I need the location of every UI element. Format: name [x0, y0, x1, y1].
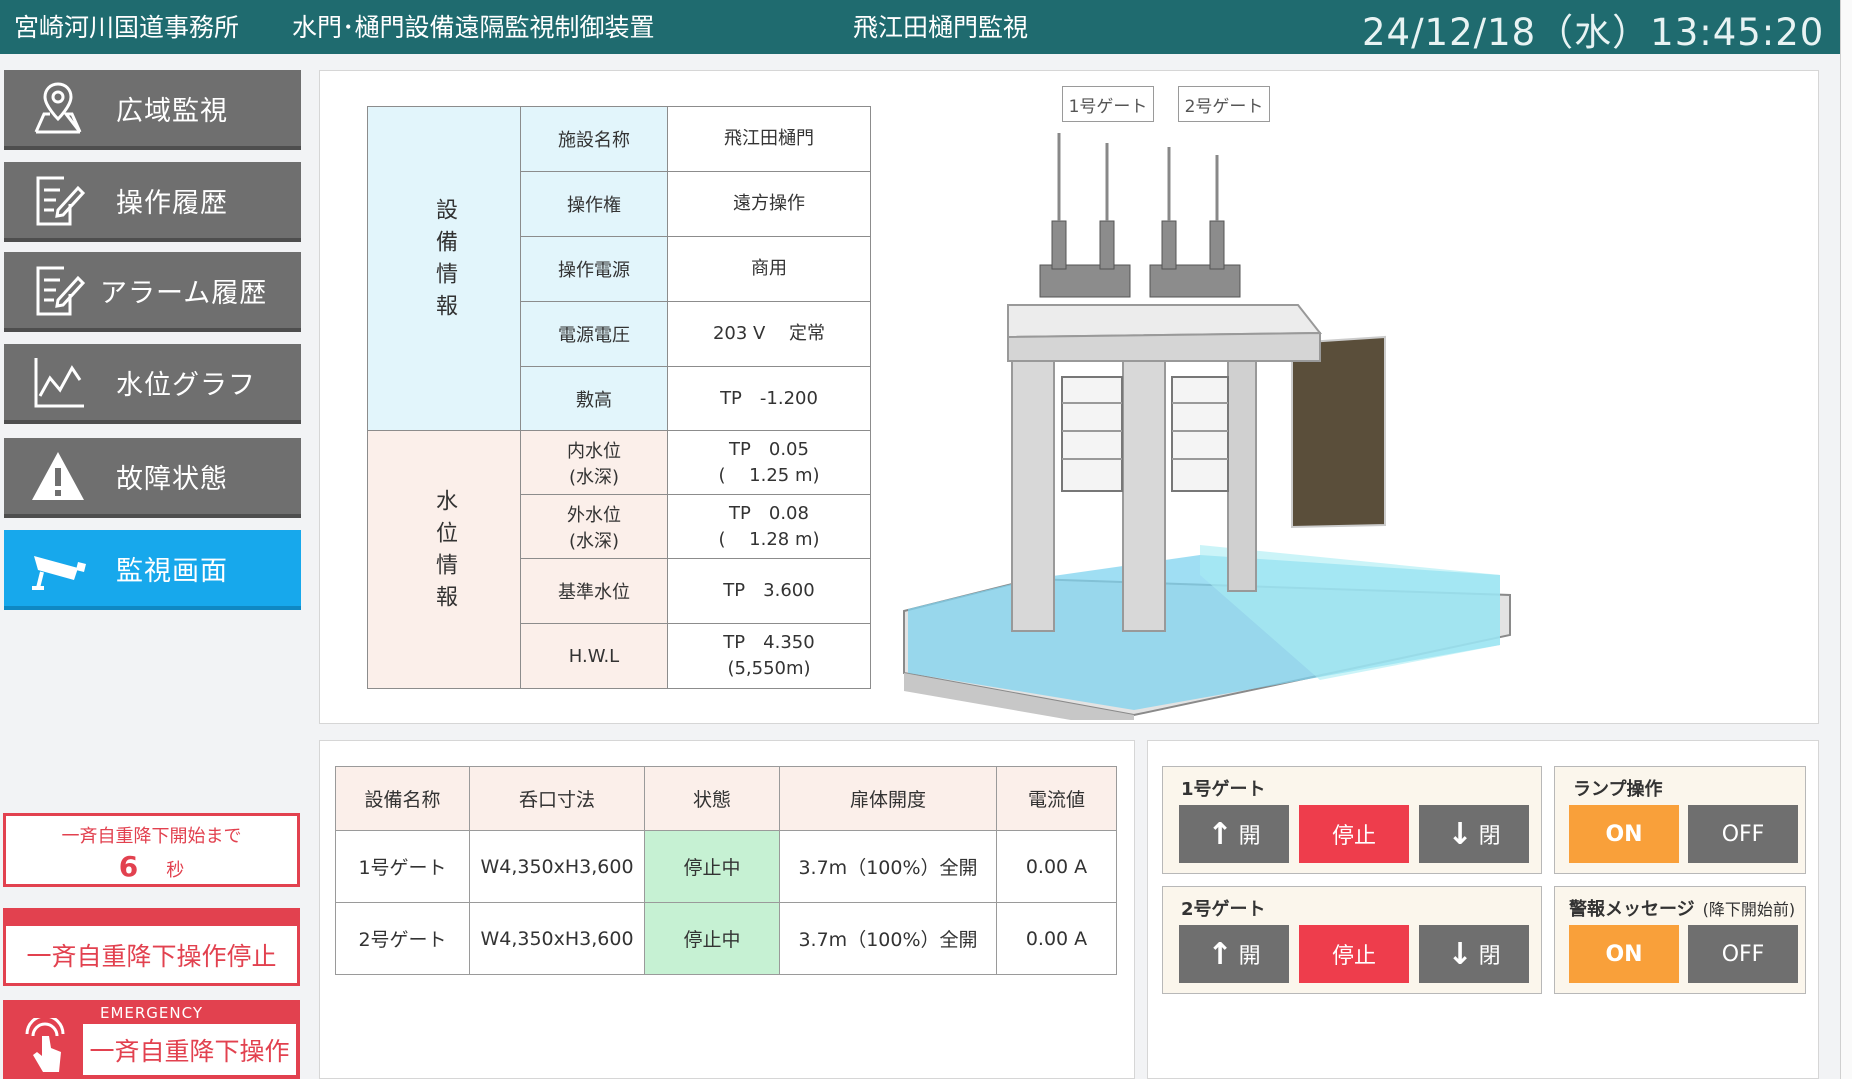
info-key: 操作電源	[520, 236, 668, 302]
gate-2-tag: 2号ゲート	[1178, 86, 1270, 122]
column-header: 呑口寸法	[469, 766, 645, 831]
map-pin-icon	[26, 76, 90, 140]
table-cell: 3.7m（100%）全開	[779, 902, 997, 975]
info-value: 遠方操作	[667, 171, 871, 237]
gate-1-close-button[interactable]: ↓ 閉	[1419, 805, 1529, 863]
auto-lowering-countdown: 一斉自重降下開始まで 6 秒	[3, 813, 300, 887]
info-value: 203 V 定常	[667, 301, 871, 367]
edit-document-icon	[26, 168, 90, 232]
nav-label: 監視画面	[116, 555, 228, 587]
nav-label: 操作履歴	[116, 187, 228, 219]
info-value: 飛江田樋門	[667, 106, 871, 172]
clock: 24/12/18（水）13:45:20	[1362, 11, 1825, 54]
arrow-down-icon: ↓	[1447, 936, 1473, 972]
gate-2-title: 2号ゲート	[1181, 899, 1266, 920]
gate-1-tag: 1号ゲート	[1062, 86, 1154, 122]
arrow-up-icon: ↑	[1207, 816, 1233, 852]
info-value: TP -1.200	[667, 366, 871, 431]
nav-label: 広域監視	[116, 95, 228, 127]
stop-auto-lowering-button[interactable]: 一斉自重降下操作停止	[3, 908, 300, 986]
gate-1-controls: 1号ゲート ↑ 開 停止 ↓ 閉	[1162, 766, 1542, 874]
gate-1-stop-button[interactable]: 停止	[1299, 805, 1409, 863]
info-value: TP 0.08( 1.28 m)	[667, 494, 871, 559]
office-name: 宮崎河川国道事務所	[14, 13, 240, 42]
camera-icon	[26, 536, 90, 600]
group-water-info: 水位情報	[367, 430, 521, 689]
alarm-title: 警報メッセージ (降下開始前)	[1569, 899, 1796, 920]
table-cell: 3.7m（100%）全開	[779, 830, 997, 903]
gate-2-controls: 2号ゲート ↑ 開 停止 ↓ 閉	[1162, 886, 1542, 994]
info-key: H.W.L	[520, 623, 668, 689]
table-row: 2号ゲート W4,350xH3,600 停止中 3.7m（100%）全開 0.0…	[335, 902, 1117, 975]
nav-label: 故障状態	[116, 463, 228, 495]
info-key: 外水位 (水深)	[520, 494, 668, 559]
edit-document-icon	[26, 258, 90, 322]
table-header-row: 設備名称 呑口寸法 状態 扉体開度 電流値	[335, 766, 1117, 831]
sluice-gate-illustration	[903, 133, 1511, 720]
line-graph-icon	[26, 350, 90, 414]
nav-operation-history[interactable]: 操作履歴	[4, 162, 301, 242]
system-name: 水門･樋門設備遠隔監視制御装置	[292, 13, 655, 42]
info-value: 商用	[667, 236, 871, 302]
info-value: TP 0.05( 1.25 m)	[667, 430, 871, 495]
title-bar: 宮崎河川国道事務所 水門･樋門設備遠隔監視制御装置 飛江田樋門監視 24/12/…	[0, 0, 1840, 54]
countdown-value: 6	[118, 850, 139, 883]
table-cell: 2号ゲート	[335, 902, 470, 975]
nav-fault-status[interactable]: 故障状態	[4, 438, 301, 518]
nav-label: 水位グラフ	[116, 369, 256, 401]
touch-hand-icon	[17, 1014, 73, 1076]
lamp-controls: ランプ操作 ON OFF	[1554, 766, 1806, 874]
info-value: TP 3.600	[667, 558, 871, 624]
table-cell: 0.00 A	[996, 902, 1117, 975]
alarm-off-button[interactable]: OFF	[1688, 925, 1798, 983]
alarm-on-button[interactable]: ON	[1569, 925, 1679, 983]
table-cell: W4,350xH3,600	[469, 830, 645, 903]
gate-2-stop-button[interactable]: 停止	[1299, 925, 1409, 983]
info-key: 操作権	[520, 171, 668, 237]
emergency-label: 一斉自重降下操作	[83, 1024, 296, 1075]
window-edge	[1840, 0, 1852, 1079]
table-cell: 1号ゲート	[335, 830, 470, 903]
info-key: 内水位 (水深)	[520, 430, 668, 495]
gate-2-open-button[interactable]: ↑ 開	[1179, 925, 1289, 983]
column-header: 設備名称	[335, 766, 470, 831]
countdown-label: 一斉自重降下開始まで	[61, 826, 242, 847]
emergency-auto-lowering-button[interactable]: EMERGENCY 一斉自重降下操作	[3, 1000, 300, 1079]
stop-auto-lowering-label: 一斉自重降下操作停止	[6, 926, 297, 983]
table-row: 1号ゲート W4,350xH3,600 停止中 3.7m（100%）全開 0.0…	[335, 830, 1117, 903]
column-header: 電流値	[996, 766, 1117, 831]
nav-label: アラーム履歴	[100, 277, 268, 309]
info-key: 施設名称	[520, 106, 668, 172]
table-cell: 0.00 A	[996, 830, 1117, 903]
gate-2-close-button[interactable]: ↓ 閉	[1419, 925, 1529, 983]
lamp-title: ランプ操作	[1573, 779, 1663, 800]
nav-monitor-screen[interactable]: 監視画面	[4, 530, 301, 610]
nav-water-level-graph[interactable]: 水位グラフ	[4, 344, 301, 424]
arrow-down-icon: ↓	[1447, 816, 1473, 852]
nav-wide-area[interactable]: 広域監視	[4, 70, 301, 150]
info-value: TP 4.350 (5,550m)	[667, 623, 871, 689]
column-header: 状態	[644, 766, 780, 831]
table-cell: W4,350xH3,600	[469, 902, 645, 975]
info-key: 基準水位	[520, 558, 668, 624]
arrow-up-icon: ↑	[1207, 936, 1233, 972]
column-header: 扉体開度	[779, 766, 997, 831]
info-key: 敷高	[520, 366, 668, 431]
facility-info-table: 設備情報 施設名称 飛江田樋門 操作権 遠方操作 操作電源 商用 電源電圧 20…	[367, 106, 871, 689]
nav-alarm-history[interactable]: アラーム履歴	[4, 252, 301, 332]
lamp-off-button[interactable]: OFF	[1688, 805, 1798, 863]
group-equipment-info: 設備情報	[367, 106, 521, 431]
status-cell: 停止中	[644, 830, 780, 903]
lamp-on-button[interactable]: ON	[1569, 805, 1679, 863]
screen-title: 飛江田樋門監視	[853, 13, 1029, 42]
info-key: 電源電圧	[520, 301, 668, 367]
gate-status-table: 設備名称 呑口寸法 状態 扉体開度 電流値 1号ゲート W4,350xH3,60…	[335, 766, 1117, 975]
gate-1-title: 1号ゲート	[1181, 779, 1266, 800]
alarm-message-controls: 警報メッセージ (降下開始前) ON OFF	[1554, 886, 1806, 994]
countdown-unit: 秒	[166, 860, 185, 881]
status-cell: 停止中	[644, 902, 780, 975]
gate-1-open-button[interactable]: ↑ 開	[1179, 805, 1289, 863]
warning-icon	[26, 444, 90, 508]
